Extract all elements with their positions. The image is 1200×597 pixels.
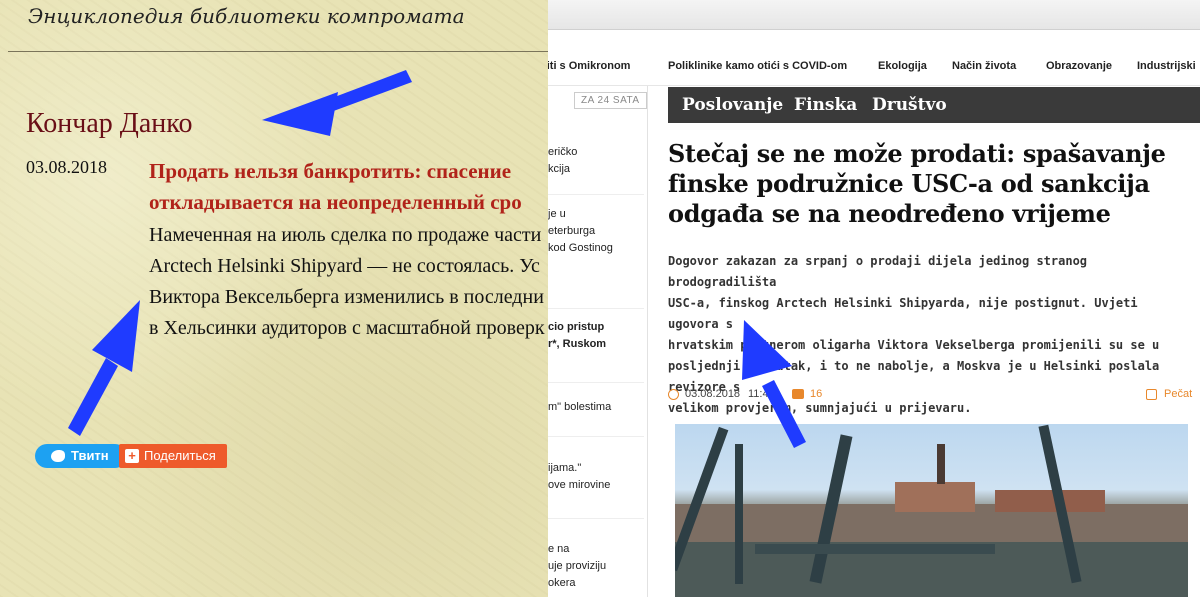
nav-item-covid[interactable]: Poliklinike kamo otići s COVID-om <box>668 60 847 72</box>
divider <box>548 194 644 195</box>
divider <box>548 436 644 437</box>
top-navigation: niti s Omikronom Poliklinike kamo otići … <box>548 44 1200 86</box>
nav-item-ekologija[interactable]: Ekologija <box>878 60 927 72</box>
divider <box>548 308 644 309</box>
comment-count[interactable]: 16 <box>810 388 822 400</box>
twitter-bird-icon <box>51 450 65 462</box>
nav-item-omikron[interactable]: niti s Omikronom <box>548 60 630 72</box>
divider <box>548 518 644 519</box>
browser-toolbar <box>548 0 1200 30</box>
clock-icon <box>668 389 679 400</box>
divider <box>8 51 548 52</box>
article-date: 03.08.2018 <box>685 388 741 400</box>
nav-item-nacin-zivota[interactable]: Način života <box>952 60 1016 72</box>
list-item[interactable]: e na uje proviziju okera <box>548 541 644 592</box>
article-title: Stečaj se ne može prodati: spašavanje fi… <box>668 139 1166 228</box>
divider <box>548 382 644 383</box>
article-meta: 03.08.2018 11:47 16 Pečat <box>668 388 1200 404</box>
russian-compromat-page: Энциклопедия библиотеки компромата Конча… <box>0 0 548 597</box>
article-photo <box>675 424 1188 597</box>
za24-tab[interactable]: ZA 24 SATA <box>574 92 647 109</box>
article-headline[interactable]: Продать нельзя банкротить: спасение откл… <box>149 156 548 218</box>
plus-icon: + <box>125 449 139 463</box>
person-name[interactable]: Кончар Данко <box>26 108 192 140</box>
list-item[interactable]: je u eterburga kod Gostinog <box>548 206 644 257</box>
share-button[interactable]: + Поделиться <box>119 444 227 468</box>
article-date: 03.08.2018 <box>26 157 107 177</box>
list-item[interactable]: ijama." ove mirovine <box>548 460 644 494</box>
category-finska[interactable]: Finska <box>794 95 857 115</box>
comment-icon[interactable] <box>792 389 804 399</box>
nav-item-industrijski[interactable]: Industrijski <box>1137 60 1196 72</box>
printer-icon <box>1146 389 1157 400</box>
category-poslovanje[interactable]: Poslovanje <box>682 95 783 115</box>
article-body: Намеченная на июль сделка по продаже час… <box>149 224 545 339</box>
list-item[interactable]: eričko kcija <box>548 144 644 178</box>
list-item[interactable]: cio pristup r*, Ruskom <box>548 319 644 353</box>
list-item[interactable]: m" bolestima <box>548 399 644 416</box>
nav-item-obrazovanje[interactable]: Obrazovanje <box>1046 60 1112 72</box>
news-list-sidebar: ZA 24 SATA eričko kcija je u eterburga k… <box>548 86 648 597</box>
article-time: 11:47 <box>748 388 775 400</box>
category-drustvo[interactable]: Društvo <box>872 95 947 115</box>
tweet-button[interactable]: Твитн <box>35 444 127 468</box>
site-title: Энциклопедия библиотеки компромата <box>28 4 465 28</box>
category-bar: Poslovanje Finska Društvo <box>668 87 1200 123</box>
croatian-news-page: niti s Omikronom Poliklinike kamo otići … <box>548 0 1200 597</box>
